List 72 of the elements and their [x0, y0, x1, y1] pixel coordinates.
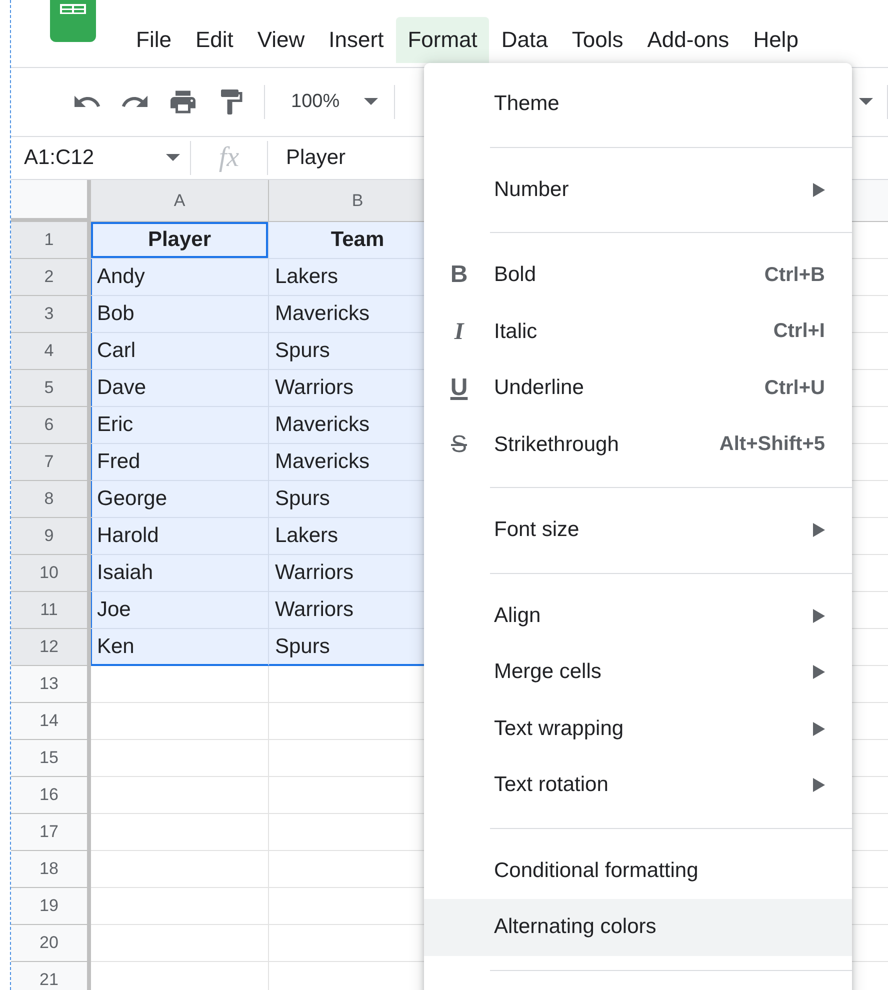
caret-icon [166, 154, 180, 162]
row-header[interactable]: 15 [11, 740, 91, 777]
row-header[interactable]: 4 [11, 333, 91, 370]
menu-item[interactable]: Insert [316, 17, 396, 63]
table-cell: Bob [91, 296, 269, 333]
row-header[interactable]: 8 [11, 481, 91, 518]
row-header[interactable]: 2 [11, 259, 91, 296]
sheets-logo[interactable] [50, 0, 96, 42]
menu-item[interactable]: File [124, 17, 184, 63]
strikethrough-icon: S [450, 432, 467, 457]
menu-option[interactable]: Align [424, 588, 852, 644]
shortcut-label: Ctrl+B [764, 264, 825, 287]
table-cell: Carl [91, 333, 269, 370]
shortcut-label: Ctrl+U [764, 376, 825, 400]
formula-label: fx [218, 142, 240, 174]
formula-input[interactable]: Player [268, 146, 346, 170]
row-header[interactable]: 7 [11, 444, 91, 481]
menu-option[interactable]: Conditional formatting [424, 842, 852, 899]
row-header[interactable]: 10 [11, 555, 91, 592]
italic-icon: I [454, 320, 464, 344]
menu-option[interactable]: S Strikethrough Alt+Shift+5 [424, 416, 852, 473]
table-cell: Eric [91, 407, 269, 444]
bold-icon: B [450, 263, 468, 288]
row-header[interactable]: 3 [11, 296, 91, 333]
row-header[interactable]: 1 [11, 222, 91, 259]
menu-option[interactable]: I Italic Ctrl+I [424, 304, 852, 360]
menu-option[interactable]: Alternating colors [424, 899, 852, 956]
shortcut-label: Alt+Shift+5 [719, 433, 825, 456]
shortcut-label: Ctrl+I [773, 320, 825, 344]
menu-option[interactable]: Font size [424, 502, 852, 558]
menu-item[interactable]: Add-ons [635, 17, 742, 63]
menu-item[interactable]: Help [741, 17, 810, 63]
menu-option[interactable]: Text wrapping [424, 700, 852, 757]
table-cell: Harold [91, 518, 269, 555]
row-header[interactable]: 16 [11, 777, 91, 814]
table-cell: Dave [91, 370, 269, 407]
menu-item[interactable]: Tools [560, 17, 636, 63]
table-cell: George [91, 481, 269, 518]
menu-option[interactable]: U Underline Ctrl+U [424, 360, 852, 416]
table-cell: Andy [91, 259, 269, 296]
table-cell: Ken [91, 629, 269, 666]
zoom-dropdown[interactable]: 100% [265, 82, 394, 122]
row-header[interactable]: 13 [11, 666, 91, 703]
menu-option[interactable]: Text rotation [424, 757, 852, 814]
menu-option[interactable]: Merge cells [424, 644, 852, 700]
row-header[interactable]: 5 [11, 370, 91, 407]
menu-option[interactable]: B Bold Ctrl+B [424, 247, 852, 304]
row-header[interactable]: 11 [11, 592, 91, 629]
row-header[interactable]: 6 [11, 407, 91, 444]
menu-option[interactable]: Theme [424, 76, 852, 132]
row-header[interactable]: 19 [11, 888, 91, 925]
menu-option[interactable]: Number [424, 162, 852, 218]
caret-icon [859, 98, 873, 106]
underline-icon: U [450, 376, 468, 400]
table-cell: Player [91, 222, 269, 259]
menu-item[interactable]: Edit [183, 17, 246, 63]
caret-icon [364, 98, 378, 106]
table-cell: Fred [91, 444, 269, 481]
row-header[interactable]: 20 [11, 925, 91, 962]
table-cell: Joe [91, 592, 269, 629]
name-box[interactable]: A1:C12 [11, 137, 190, 179]
menu-item[interactable]: Data [489, 17, 560, 63]
table-cell: Isaiah [91, 555, 269, 592]
row-header[interactable]: 21 [11, 962, 91, 990]
column-header[interactable]: A [91, 180, 269, 222]
row-header[interactable]: 14 [11, 703, 91, 740]
menu-item[interactable]: View [245, 17, 317, 63]
row-header[interactable]: 18 [11, 851, 91, 888]
row-header[interactable]: 17 [11, 814, 91, 851]
menu-item[interactable]: Format [396, 17, 490, 63]
row-header[interactable]: 9 [11, 518, 91, 555]
row-header[interactable]: 12 [11, 629, 91, 666]
